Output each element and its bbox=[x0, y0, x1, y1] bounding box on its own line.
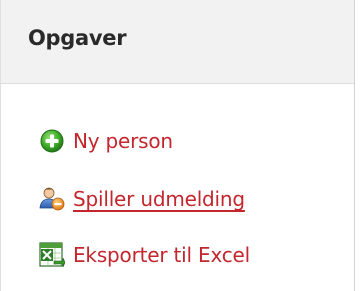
export-excel-label: Eksporter til Excel bbox=[73, 243, 251, 267]
new-person-label: Ny person bbox=[73, 129, 173, 153]
new-person-link[interactable]: Ny person bbox=[39, 124, 173, 158]
player-resignation-link[interactable]: Spiller udmelding bbox=[39, 182, 245, 216]
panel-title: Opgaver bbox=[28, 26, 127, 50]
excel-icon bbox=[39, 242, 66, 268]
export-excel-link[interactable]: Eksporter til Excel bbox=[39, 238, 250, 272]
tasks-panel: Opgaver Ny person Spiller udmelding Eksp… bbox=[0, 0, 355, 291]
remove-user-icon bbox=[39, 186, 65, 212]
add-circle-icon bbox=[39, 128, 65, 154]
panel-header: Opgaver bbox=[1, 0, 354, 84]
player-resignation-label: Spiller udmelding bbox=[73, 187, 245, 211]
